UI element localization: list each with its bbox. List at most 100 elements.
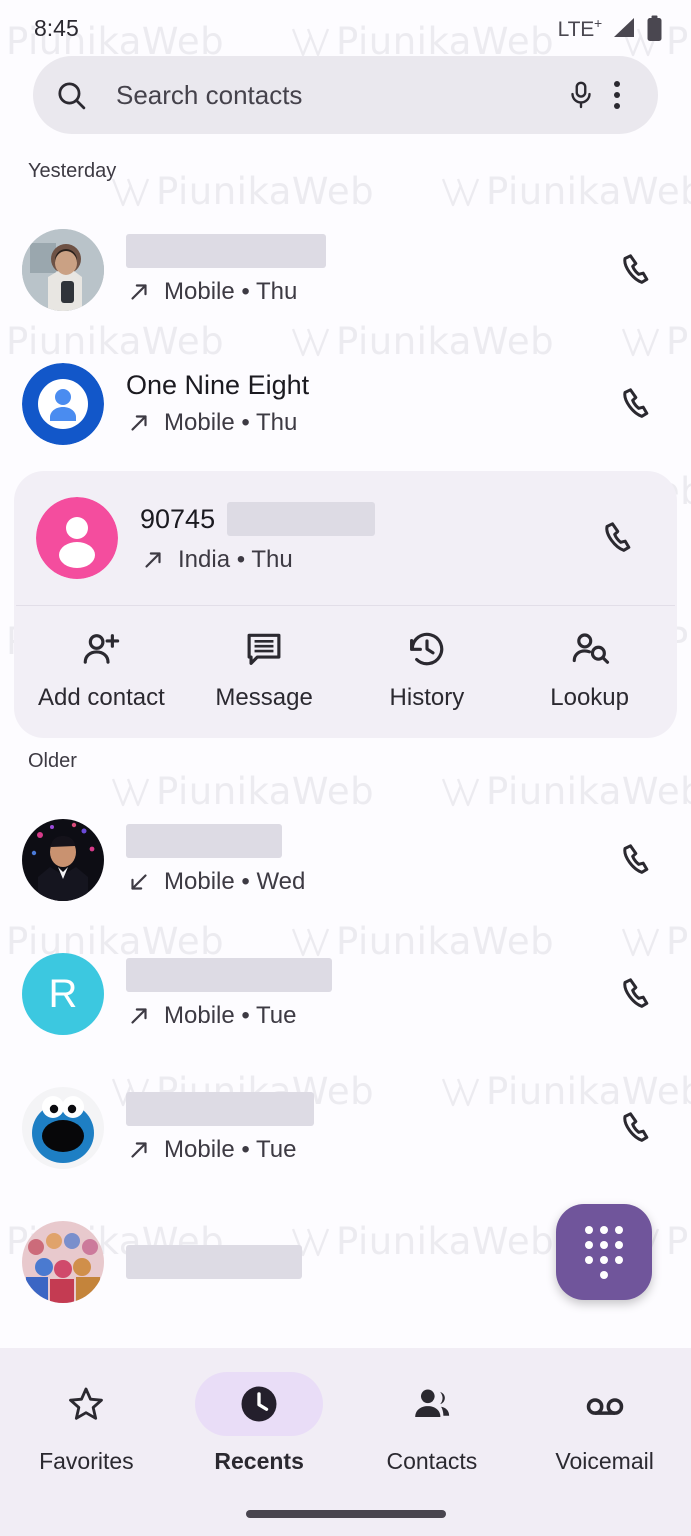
- avatar-contact-ring-icon: [22, 363, 104, 445]
- row-body: [126, 1245, 593, 1279]
- action-label: Add contact: [38, 684, 165, 711]
- signal-bars-icon: [614, 18, 634, 37]
- redacted-name-bar: [126, 234, 326, 268]
- clock-filled-icon: [241, 1386, 277, 1422]
- action-history[interactable]: History: [346, 628, 509, 712]
- avatar-photo-cookie: [22, 1087, 104, 1169]
- outgoing-call-arrow-icon: [131, 284, 147, 300]
- avatar[interactable]: [22, 363, 104, 445]
- action-add-contact[interactable]: Add contact: [20, 628, 183, 712]
- phone-icon[interactable]: [615, 840, 661, 880]
- status-bar: 8:45 LTE+: [0, 0, 691, 56]
- nav-item-favorites[interactable]: Favorites: [0, 1372, 173, 1475]
- more-vertical-icon[interactable]: [602, 81, 632, 109]
- star-outline-icon: [69, 1387, 104, 1420]
- status-time: 8:45: [34, 14, 79, 41]
- avatar-photo-man-phone: [22, 229, 104, 311]
- action-label: Lookup: [550, 684, 629, 711]
- voicemail-icon: [586, 1398, 623, 1415]
- bottom-navigation-bar: Favorites Recents Contacts Voicemail: [0, 1348, 691, 1536]
- call-log-row[interactable]: R Mobile • Tue: [0, 927, 691, 1061]
- nav-label: Voicemail: [555, 1448, 654, 1474]
- nav-pill: [368, 1372, 496, 1436]
- call-subtitle: Mobile • Tue: [164, 1136, 297, 1163]
- nav-pill: [22, 1372, 150, 1436]
- call-log-list: Yesterday Mobile • Thu One Nine Eight Mo…: [0, 160, 691, 1329]
- action-label: Message: [215, 684, 313, 711]
- call-subtitle: Mobile • Wed: [164, 868, 306, 895]
- phone-icon[interactable]: [615, 1108, 661, 1148]
- microphone-icon[interactable]: [566, 80, 596, 110]
- phone-icon[interactable]: [615, 974, 661, 1014]
- redacted-name-bar: [126, 1092, 314, 1126]
- row-body: Mobile • Wed: [126, 824, 593, 896]
- avatar[interactable]: [22, 819, 104, 901]
- redacted-name-bar: [126, 1245, 302, 1279]
- call-meta: Mobile • Tue: [126, 1002, 593, 1030]
- call-log-row[interactable]: One Nine Eight Mobile • Thu: [0, 337, 691, 471]
- people-icon: [415, 1389, 450, 1417]
- nav-item-contacts[interactable]: Contacts: [346, 1372, 519, 1475]
- call-log-row-selected[interactable]: 90745 India • Thu: [14, 471, 677, 605]
- search-bar-container: Search contacts: [0, 56, 691, 134]
- section-header-older: Older: [28, 750, 77, 772]
- contact-name: One Nine Eight: [126, 369, 310, 400]
- search-input[interactable]: Search contacts: [94, 80, 560, 111]
- call-subtitle: Mobile • Thu: [164, 278, 298, 305]
- search-icon: [55, 79, 88, 112]
- avatar-person-solid-icon: [36, 497, 118, 579]
- card-action-row: Add contact Message History Lookup: [14, 606, 677, 738]
- avatar-letter: R: [48, 972, 78, 1016]
- nav-pill-active: [195, 1372, 324, 1436]
- home-indicator[interactable]: [245, 1510, 446, 1518]
- call-log-row[interactable]: Mobile • Wed: [0, 793, 691, 927]
- outgoing-call-arrow-icon: [131, 1142, 147, 1158]
- row-body: One Nine Eight Mobile • Thu: [126, 369, 593, 437]
- call-meta: Mobile • Tue: [126, 1136, 593, 1164]
- row-body: 90745 India • Thu: [140, 502, 575, 574]
- message-icon: [247, 633, 281, 665]
- call-meta: Mobile • Thu: [126, 409, 593, 437]
- dialpad-fab-button[interactable]: [556, 1204, 652, 1300]
- nav-label: Contacts: [386, 1448, 478, 1474]
- nav-pill: [541, 1372, 669, 1436]
- call-meta: Mobile • Wed: [126, 868, 593, 896]
- outgoing-call-arrow-icon: [131, 1008, 147, 1024]
- action-label: History: [389, 684, 465, 711]
- avatar[interactable]: R: [22, 953, 104, 1035]
- redacted-name-bar: [227, 502, 376, 536]
- incoming-call-arrow-icon: [131, 874, 147, 890]
- status-icons: LTE+: [558, 15, 663, 42]
- phone-icon[interactable]: [597, 518, 643, 558]
- phone-icon[interactable]: [615, 384, 661, 424]
- call-subtitle: Mobile • Tue: [164, 1002, 297, 1029]
- row-body: Mobile • Tue: [126, 1092, 593, 1164]
- contact-number: 90745: [140, 503, 216, 534]
- dialpad-icon: [585, 1225, 623, 1279]
- redacted-name-bar: [126, 824, 282, 858]
- avatar-photo-man-suit: [22, 819, 104, 901]
- call-log-row[interactable]: Mobile • Thu: [0, 203, 691, 337]
- person-add-icon: [84, 634, 120, 664]
- search-bar[interactable]: Search contacts: [33, 56, 658, 134]
- outgoing-call-arrow-icon: [131, 415, 147, 431]
- avatar[interactable]: [22, 229, 104, 311]
- avatar[interactable]: [22, 1221, 104, 1303]
- call-subtitle: Mobile • Thu: [164, 409, 298, 437]
- battery-full-icon: [647, 15, 662, 41]
- person-search-icon: [572, 633, 609, 664]
- nav-label: Favorites: [39, 1448, 134, 1474]
- nav-item-recents[interactable]: Recents: [173, 1372, 346, 1475]
- avatar[interactable]: [22, 1087, 104, 1169]
- expanded-call-card[interactable]: 90745 India • Thu Add contact Message Hi…: [14, 471, 677, 738]
- row-body: Mobile • Tue: [126, 958, 593, 1030]
- phone-icon[interactable]: [615, 250, 661, 290]
- call-log-row[interactable]: Mobile • Tue: [0, 1061, 691, 1195]
- outgoing-call-arrow-icon: [145, 552, 161, 568]
- avatar[interactable]: [36, 497, 118, 579]
- call-meta: Mobile • Thu: [126, 278, 593, 306]
- action-message[interactable]: Message: [183, 628, 346, 712]
- action-lookup[interactable]: Lookup: [508, 628, 671, 712]
- nav-item-voicemail[interactable]: Voicemail: [518, 1372, 691, 1475]
- call-subtitle: India • Thu: [178, 546, 293, 573]
